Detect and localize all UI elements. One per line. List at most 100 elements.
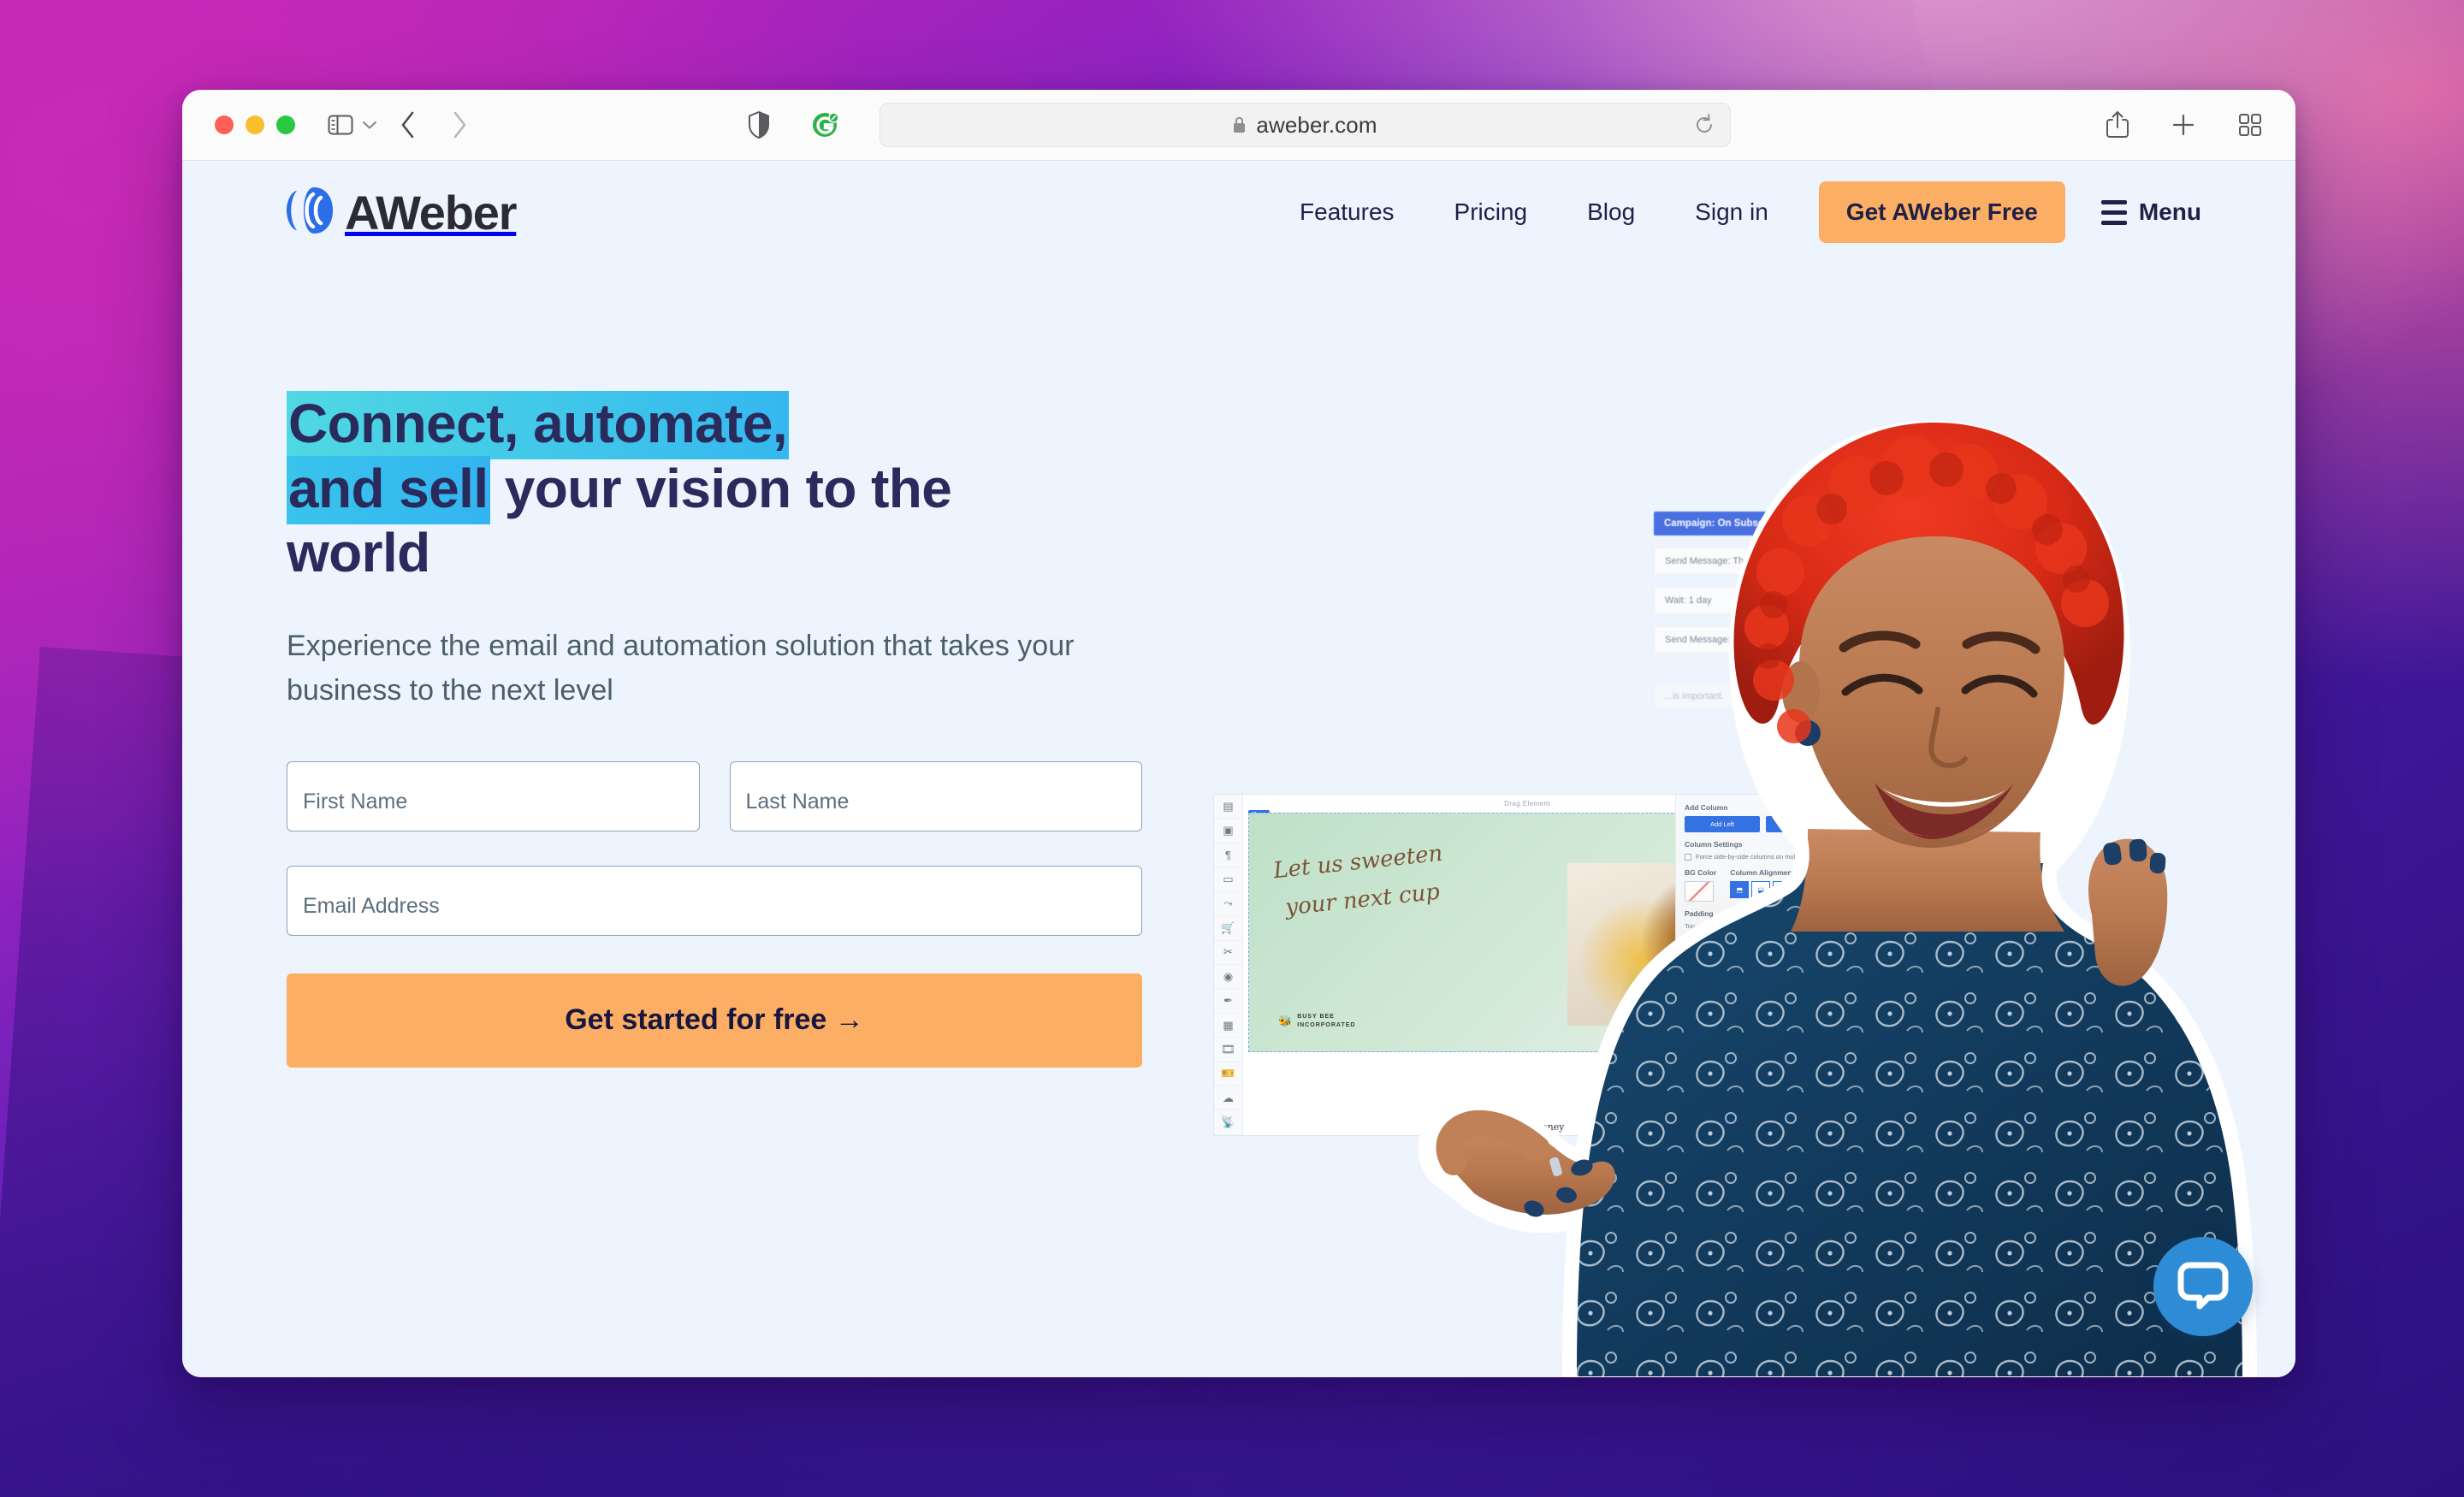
padding-top-field: Top 0 px: [1685, 922, 1760, 947]
padding-right-label: Right: [1685, 952, 1700, 960]
add-right-button[interactable]: Add Right: [1766, 816, 1841, 832]
padding-bottom-value[interactable]: 0: [1685, 992, 1750, 1007]
campaign-row: Send Message: My #1 most popular post: [1654, 626, 1945, 654]
headline-highlight-1: Connect, automate,: [287, 391, 790, 459]
campaign-row: Wait: 1 day: [1654, 587, 1945, 614]
builder-toolbar: ▤ ▣ ¶ ▭ ⤳ 🛒 ✂ ◉ ✒ ▦ 🎞 🎫 ☁ 📡: [1214, 795, 1243, 1135]
desktop-wallpaper: aweber.com AWeber Features Pricing Blog …: [0, 0, 2464, 1497]
coupon-icon[interactable]: 🎫: [1214, 1062, 1242, 1087]
padding-left-value[interactable]: 0: [1685, 1022, 1750, 1037]
toolbar-address-group: aweber.com: [640, 103, 1838, 147]
browser-toolbar: aweber.com: [182, 90, 2295, 161]
apply-all-label: Apply settings to all columns: [1696, 1044, 1777, 1051]
signup-form: Get started for free →: [287, 760, 1142, 1068]
campaign-row-faded: ...is important.: [1654, 683, 1945, 710]
campaign-row: Send Message: Thanks for Subscribing: [1654, 547, 1945, 575]
add-left-button[interactable]: Add Left: [1685, 816, 1760, 832]
signature-icon[interactable]: ✒: [1214, 989, 1242, 1014]
first-name-field-wrap: [287, 760, 700, 831]
padding-left-label: Left: [1685, 1012, 1696, 1020]
hero-text-column: Connect, automate, and sell your vision …: [182, 263, 1209, 1377]
video-icon[interactable]: 🎞: [1214, 1038, 1242, 1062]
get-started-button[interactable]: Get started for free →: [287, 973, 1142, 1068]
padding-fields: Top 0 px Right 0 px Bottom 0 px Left 0 p…: [1685, 922, 1841, 1037]
page-content: AWeber Features Pricing Blog Sign in Get…: [182, 161, 2295, 1377]
aweber-logo[interactable]: AWeber: [285, 184, 517, 241]
ghostery-extension-icon[interactable]: [811, 110, 840, 139]
nav-item-pricing[interactable]: Pricing: [1424, 198, 1558, 226]
button-icon[interactable]: ▭: [1214, 867, 1242, 892]
padding-right-value[interactable]: 0: [1685, 962, 1750, 977]
chat-widget-button[interactable]: [2153, 1237, 2253, 1336]
column-settings-label: Column Settings: [1685, 840, 1743, 849]
cart-icon[interactable]: 🛒: [1214, 916, 1242, 941]
email-input[interactable]: [287, 865, 1142, 936]
padding-top-label: Top: [1685, 922, 1696, 930]
apply-all-checkbox[interactable]: Apply settings to all columns: [1685, 1044, 1841, 1051]
image-icon[interactable]: ▣: [1214, 819, 1242, 843]
chat-bubble-icon: [2177, 1260, 2229, 1314]
padding-top-unit: px: [1753, 936, 1760, 944]
menu-toggle[interactable]: Menu: [2100, 198, 2201, 226]
delete-column-button[interactable]: Delete Column: [1685, 1059, 1841, 1077]
hero-illustration: Campaign: On Subscribe Send Message: Tha…: [1209, 263, 2295, 1377]
checkbox-icon: [1685, 853, 1691, 861]
page-title: Connect, automate, and sell your vision …: [287, 391, 1108, 586]
align-top-button[interactable]: ⬒: [1730, 881, 1750, 898]
align-bottom-button[interactable]: ⬒: [1773, 881, 1792, 898]
aweber-arcs-icon: [285, 184, 340, 241]
social-icon[interactable]: ☁: [1214, 1086, 1242, 1111]
reload-icon[interactable]: [1694, 114, 1715, 136]
force-mobile-label: Force side-by-side columns on mobile: [1696, 853, 1804, 861]
first-name-input[interactable]: [287, 760, 700, 831]
close-window-button[interactable]: [215, 115, 234, 134]
name-fields-row: [287, 760, 1142, 831]
padding-left-unit: px: [1753, 1026, 1760, 1033]
toolbar-left-group: [215, 110, 468, 139]
nav-item-blog[interactable]: Blog: [1557, 198, 1665, 226]
column-settings-panel: Add Column Add Left Add Right Column Set…: [1675, 794, 1851, 1086]
bg-color-swatch[interactable]: [1685, 881, 1714, 902]
busy-bee-logo: 🐝 BUSY BEE INCORPORATED: [1278, 1013, 1355, 1029]
last-name-input[interactable]: [729, 760, 1142, 831]
column-alignment-group: Column Alignment ⬒ ⬓ ⬒: [1730, 868, 1795, 902]
maximize-window-button[interactable]: [276, 115, 295, 134]
share-icon[interactable]: [2106, 110, 2129, 139]
align-middle-button[interactable]: ⬓: [1751, 881, 1771, 898]
padding-top-value[interactable]: 0: [1685, 932, 1750, 947]
bg-color-label: BG Color: [1685, 868, 1717, 877]
layout-icon[interactable]: ▤: [1214, 795, 1242, 820]
address-bar[interactable]: aweber.com: [879, 103, 1731, 147]
code-icon[interactable]: ▦: [1214, 1014, 1242, 1038]
brand-line-1: BUSY BEE: [1297, 1014, 1335, 1021]
add-column-label: Add Column: [1685, 803, 1728, 812]
email-script-line-1: Let us sweeten: [1271, 840, 1444, 885]
shield-icon[interactable]: [748, 111, 770, 139]
bg-color-group: BG Color: [1685, 868, 1716, 902]
paragraph-icon[interactable]: ¶: [1214, 843, 1242, 868]
hero-subheadline: Experience the email and automation solu…: [287, 629, 1075, 707]
target-icon[interactable]: ◉: [1214, 965, 1242, 990]
share-icon[interactable]: ⤳: [1214, 892, 1242, 917]
get-aweber-free-button[interactable]: Get AWeber Free: [1818, 181, 2065, 243]
back-button[interactable]: [400, 110, 417, 139]
hero-section: Connect, automate, and sell your vision …: [182, 263, 2295, 1377]
nav-item-sign-in[interactable]: Sign in: [1665, 198, 1798, 226]
forward-button[interactable]: [451, 110, 468, 139]
brand-line-2: INCORPORATED: [1297, 1021, 1356, 1028]
email-field-wrap: [287, 865, 1142, 936]
hamburger-icon: [2100, 199, 2127, 225]
plus-icon[interactable]: [2171, 112, 2196, 138]
sidebar-icon[interactable]: [328, 114, 353, 136]
rss-icon[interactable]: 📡: [1214, 1110, 1242, 1135]
padding-bottom-label: Bottom: [1685, 982, 1705, 990]
nav-item-features[interactable]: Features: [1270, 198, 1424, 226]
divider-icon[interactable]: ✂: [1214, 941, 1242, 965]
email-script-line-2: your next cup: [1283, 879, 1442, 921]
force-mobile-checkbox[interactable]: Force side-by-side columns on mobile: [1685, 853, 1841, 861]
minimize-window-button[interactable]: [246, 115, 264, 134]
padding-bottom-field: Bottom 0 px: [1685, 982, 1760, 1007]
last-name-field-wrap: [729, 760, 1142, 831]
tab-grid-icon[interactable]: [2237, 112, 2263, 138]
chevron-down-icon[interactable]: [362, 120, 377, 130]
